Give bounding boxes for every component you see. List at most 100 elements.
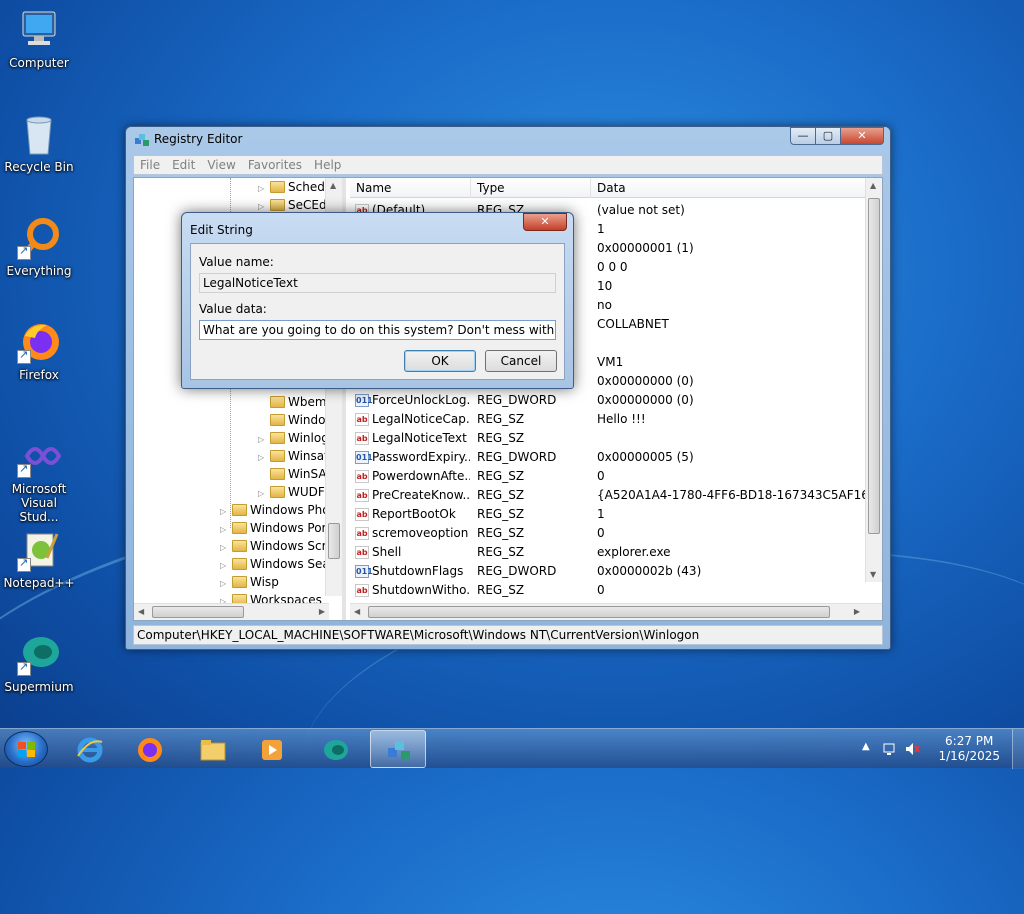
list-horizontal-scrollbar[interactable]: ◀ ▶ [350, 603, 882, 620]
scroll-thumb[interactable] [368, 606, 830, 618]
desktop-icon-everything[interactable]: Everything [0, 216, 78, 278]
dialog-title: Edit String [190, 223, 253, 237]
value-type: REG_SZ [477, 507, 525, 521]
firefox-icon [17, 320, 61, 364]
scroll-down-arrow-icon[interactable]: ▼ [870, 570, 876, 579]
scroll-right-arrow-icon[interactable]: ▶ [319, 607, 325, 616]
desktop-icon-visual-studio[interactable]: Microsoft Visual Stud... [0, 434, 78, 524]
scroll-up-arrow-icon[interactable]: ▲ [330, 181, 336, 190]
desktop-icon-label: Everything [6, 264, 72, 278]
show-hidden-icons-icon[interactable]: ▲ [862, 741, 870, 752]
cancel-button[interactable]: Cancel [485, 350, 557, 372]
value-row[interactable]: ab ShutdownWitho... REG_SZ 0 [350, 581, 860, 600]
folder-icon [232, 576, 247, 588]
scroll-right-arrow-icon[interactable]: ▶ [854, 607, 860, 616]
folder-icon [232, 558, 247, 570]
scroll-left-arrow-icon[interactable]: ◀ [354, 607, 360, 616]
shortcut-arrow-icon [17, 660, 31, 676]
scroll-thumb[interactable] [868, 198, 880, 534]
tree-item[interactable]: WinSAT [258, 465, 333, 483]
taskbar-firefox[interactable] [122, 730, 178, 768]
visual-studio-icon [17, 434, 62, 478]
window-titlebar[interactable]: Registry Editor — ▢ ✕ [126, 127, 890, 151]
value-row[interactable]: ab PowerdownAfte... REG_SZ 0 [350, 467, 860, 486]
column-separator[interactable] [470, 178, 471, 198]
value-row[interactable]: 011 ForceUnlockLog... REG_DWORD 0x00000000 … [350, 391, 860, 410]
taskbar-registry-editor[interactable] [370, 730, 426, 768]
value-name-field[interactable]: LegalNoticeText [199, 273, 556, 293]
value-row[interactable]: ab Shell REG_SZ explorer.exe [350, 543, 860, 562]
value-name: PowerdownAfte... [372, 469, 470, 483]
value-data: (value not set) [597, 203, 685, 217]
clock[interactable]: 6:27 PM 1/16/2025 [938, 734, 1000, 764]
menu-edit[interactable]: Edit [172, 158, 195, 172]
tree-horizontal-scrollbar[interactable]: ◀ ▶ [134, 603, 329, 620]
value-data-input[interactable]: What are you going to do on this system?… [199, 320, 556, 340]
tree-item[interactable]: Wbeml [258, 393, 330, 411]
network-icon[interactable] [882, 741, 898, 757]
scroll-left-arrow-icon[interactable]: ◀ [138, 607, 144, 616]
menu-file[interactable]: File [140, 158, 160, 172]
folder-icon [232, 522, 247, 534]
desktop-icon-notepad-plus-plus[interactable]: Notepad++ [0, 528, 78, 590]
scroll-thumb[interactable] [328, 523, 340, 559]
menu-view[interactable]: View [207, 158, 235, 172]
tree-item[interactable]: Windo [258, 411, 326, 429]
close-button[interactable]: ✕ [840, 127, 884, 145]
column-separator[interactable] [590, 178, 591, 198]
value-data: VM1 [597, 355, 624, 369]
column-header-name[interactable]: Name [356, 181, 391, 195]
edit-string-dialog[interactable]: Edit String ✕ Value name: LegalNoticeTex… [181, 212, 574, 389]
list-header: Name Type Data [350, 178, 865, 198]
tree-item[interactable]: ▷ Winlog [258, 429, 329, 447]
value-data: 0x0000002b (43) [597, 564, 702, 578]
value-data: 10 [597, 279, 613, 293]
desktop-icon-supermium[interactable]: Supermium [0, 632, 78, 694]
tree-item[interactable]: ▷ Schedu [258, 178, 332, 196]
tree-item[interactable]: ▷ Wisp [220, 573, 279, 591]
value-row[interactable]: 011 ShutdownFlags REG_DWORD 0x0000002b (43) [350, 562, 860, 581]
list-vertical-scrollbar[interactable]: ▲ ▼ [865, 178, 882, 582]
tree-item[interactable]: ▷ WUDF [258, 483, 325, 501]
value-data: 0x00000000 (0) [597, 393, 694, 407]
tree-item[interactable]: ▷ Winsat [258, 447, 329, 465]
tree-item[interactable]: ▷ Windows Port [220, 519, 331, 537]
tree-item[interactable]: ▷ Windows Sear [220, 555, 335, 573]
desktop-icon-firefox[interactable]: Firefox [0, 320, 78, 382]
taskbar-file-explorer[interactable] [185, 730, 241, 768]
column-header-type[interactable]: Type [477, 181, 505, 195]
volume-muted-icon[interactable] [904, 741, 920, 757]
value-row[interactable]: ab scremoveoption REG_SZ 0 [350, 524, 860, 543]
tree-item[interactable]: ▷ Windows Phot [220, 501, 334, 519]
value-row[interactable]: ab LegalNoticeCap... REG_SZ Hello !!! [350, 410, 860, 429]
folder-icon [270, 486, 285, 498]
column-header-data[interactable]: Data [597, 181, 626, 195]
desktop-icon-label: Recycle Bin [4, 160, 74, 174]
ok-button[interactable]: OK [404, 350, 476, 372]
value-data: COLLABNET [597, 317, 669, 331]
value-row[interactable]: 011 PasswordExpiry... REG_DWORD 0x00000005 … [350, 448, 860, 467]
taskbar-internet-explorer[interactable] [62, 730, 118, 768]
scroll-thumb[interactable] [152, 606, 244, 618]
value-row[interactable]: ab ReportBootOk REG_SZ 1 [350, 505, 860, 524]
folder-icon [200, 740, 226, 761]
desktop-icon-recycle-bin[interactable]: Recycle Bin [0, 112, 78, 174]
show-desktop-button[interactable] [1012, 729, 1024, 769]
maximize-button[interactable]: ▢ [815, 127, 841, 145]
tree-item-label: Winsat [288, 449, 329, 463]
value-row[interactable]: ab PreCreateKnow... REG_SZ {A520A1A4-1780-4… [350, 486, 877, 505]
taskbar-supermium[interactable] [308, 730, 364, 768]
value-data: Hello !!! [597, 412, 646, 426]
start-button[interactable] [4, 731, 48, 767]
value-row[interactable]: ab LegalNoticeText REG_SZ [350, 429, 860, 448]
desktop-icon-computer[interactable]: Computer [0, 8, 78, 70]
internet-explorer-icon [77, 737, 103, 763]
dialog-close-button[interactable]: ✕ [523, 213, 567, 231]
value-type: REG_SZ [477, 469, 525, 483]
taskbar-media-player[interactable] [244, 730, 300, 768]
menu-help[interactable]: Help [314, 158, 341, 172]
minimize-button[interactable]: — [790, 127, 816, 145]
tree-item[interactable]: ▷ Windows Scrip [220, 537, 337, 555]
scroll-up-arrow-icon[interactable]: ▲ [870, 181, 876, 190]
menu-favorites[interactable]: Favorites [248, 158, 302, 172]
